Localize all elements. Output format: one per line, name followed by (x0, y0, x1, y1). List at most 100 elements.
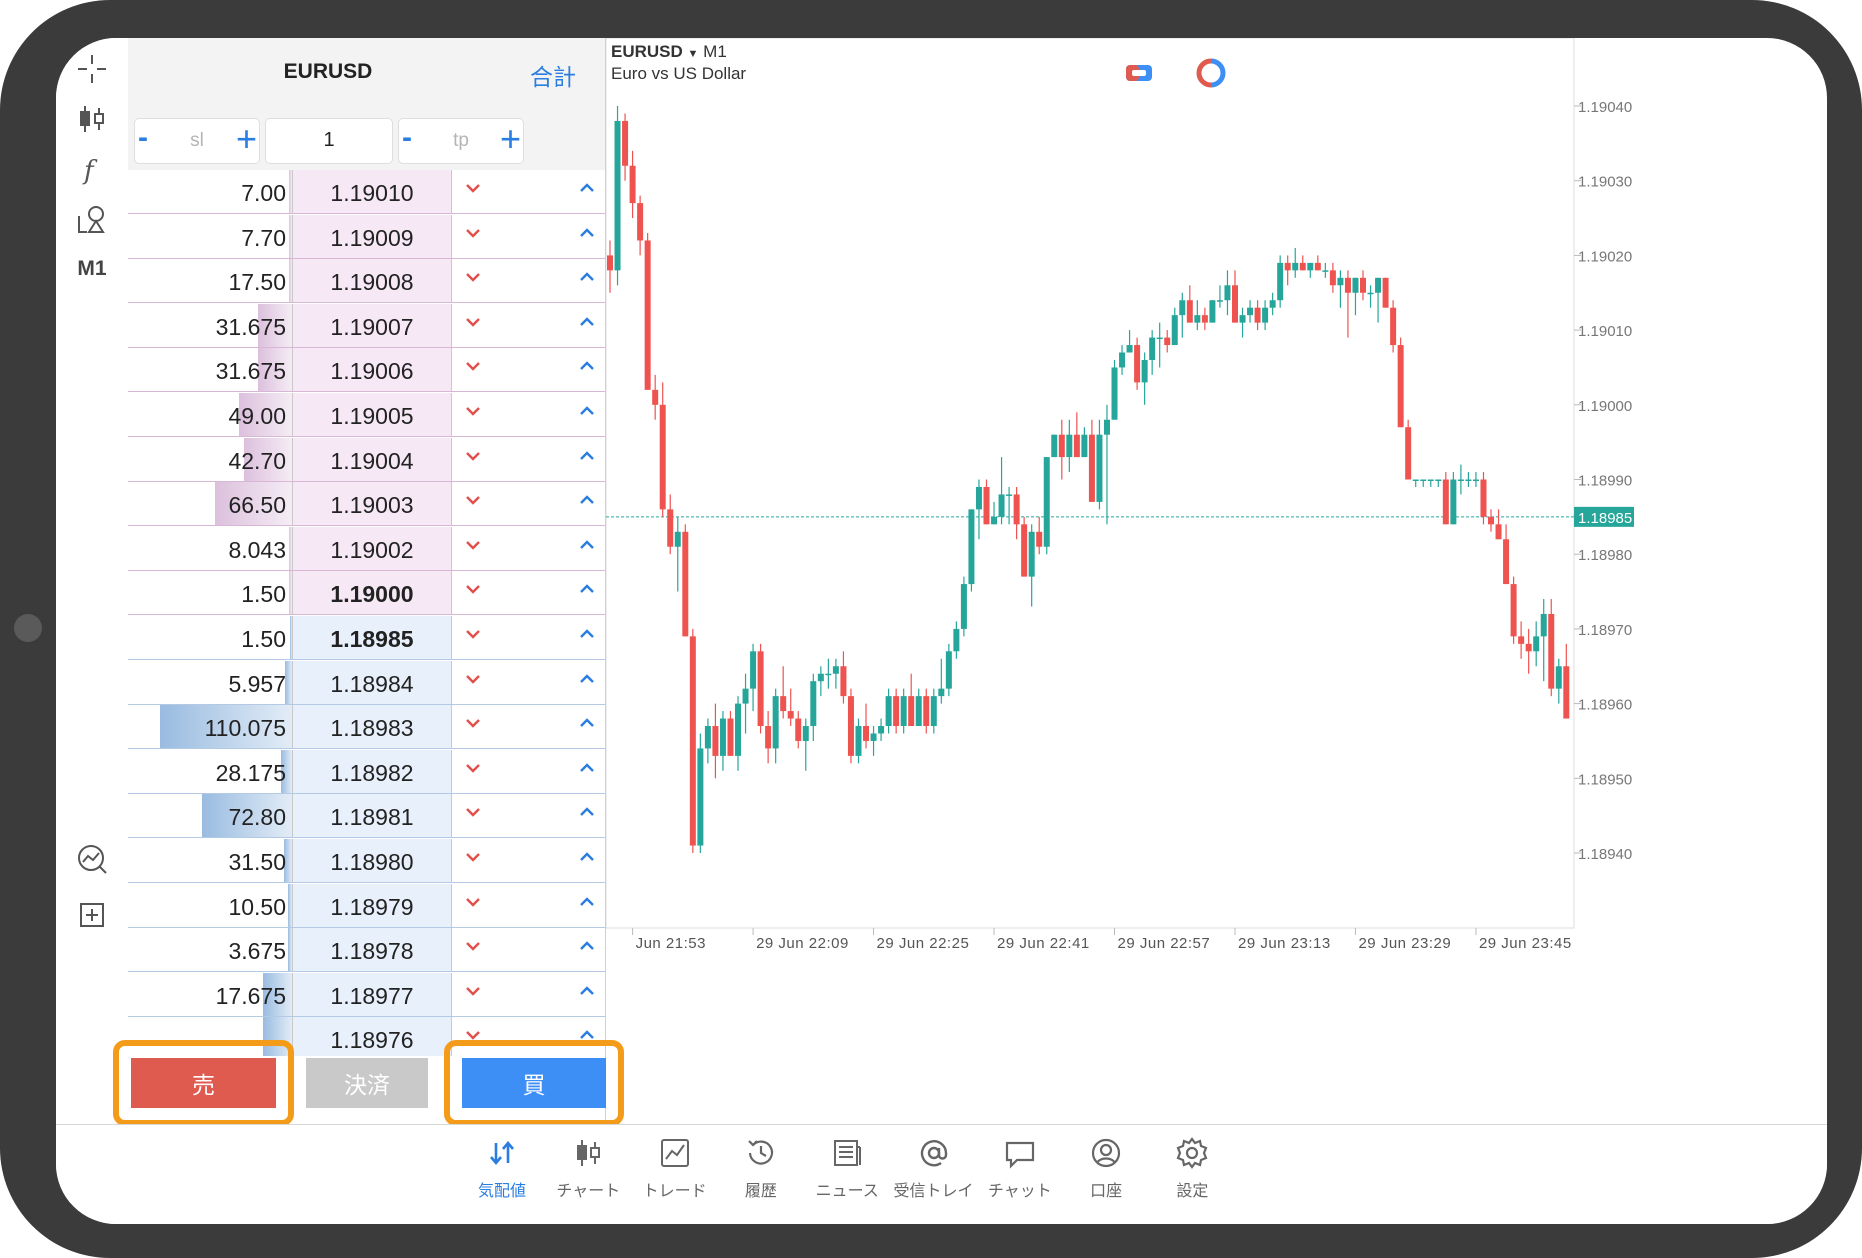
buy-limit-arrow-icon[interactable] (578, 848, 598, 868)
bid-row[interactable]: 5.957 1.18984 (128, 660, 606, 705)
buy-limit-arrow-icon[interactable] (578, 670, 598, 690)
sell-limit-arrow-icon[interactable] (464, 893, 484, 913)
nav-item-quotes[interactable]: 気配値 (452, 1135, 552, 1201)
svg-text:f: f (82, 156, 98, 186)
sell-limit-arrow-icon[interactable] (464, 759, 484, 779)
sell-limit-arrow-icon[interactable] (464, 848, 484, 868)
indicator-icon[interactable]: f (56, 144, 128, 194)
row-price-cell: 1.18981 (292, 794, 452, 838)
buy-limit-arrow-icon[interactable] (578, 625, 598, 645)
sell-limit-arrow-icon[interactable] (464, 536, 484, 556)
volume-value: 1 (323, 129, 335, 151)
bid-row[interactable]: 3.675 1.18978 (128, 928, 606, 973)
buy-limit-arrow-icon[interactable] (578, 536, 598, 556)
ask-row[interactable]: 31.675 1.19007 (128, 303, 606, 348)
buy-limit-arrow-icon[interactable] (578, 179, 598, 199)
buy-limit-arrow-icon[interactable] (578, 491, 598, 511)
nav-item-chart[interactable]: チャート (538, 1135, 638, 1201)
buy-limit-arrow-icon[interactable] (578, 714, 598, 734)
buy-limit-arrow-icon[interactable] (578, 803, 598, 823)
timeframe-button[interactable]: M1 (56, 244, 128, 294)
trade-chart-icon[interactable] (56, 834, 128, 884)
sell-limit-arrow-icon[interactable] (464, 224, 484, 244)
total-toggle[interactable]: 合計 (530, 58, 576, 92)
nav-item-account[interactable]: 口座 (1056, 1135, 1156, 1201)
bid-row[interactable]: 31.50 1.18980 (128, 839, 606, 883)
nav-item-news[interactable]: ニュース (797, 1135, 897, 1201)
ask-row[interactable]: 1.50 1.19000 (128, 571, 606, 616)
sell-limit-arrow-icon[interactable] (464, 357, 484, 377)
ask-row[interactable]: 7.00 1.19010 (128, 170, 606, 214)
bid-row[interactable]: 10.50 1.18979 (128, 883, 606, 928)
buy-limit-arrow-icon[interactable] (578, 447, 598, 467)
sell-limit-arrow-icon[interactable] (464, 580, 484, 600)
row-price: 1.19008 (330, 269, 414, 296)
bid-row[interactable]: 1.50 1.18985 (128, 616, 606, 660)
sell-limit-arrow-icon[interactable] (464, 179, 484, 199)
buy-limit-arrow-icon[interactable] (578, 982, 598, 1002)
one-click-trading-icon[interactable] (1124, 58, 1154, 88)
bid-row[interactable]: 72.80 1.18981 (128, 794, 606, 839)
ask-row[interactable]: 17.50 1.19008 (128, 259, 606, 304)
buy-limit-arrow-icon[interactable] (578, 893, 598, 913)
buy-limit-arrow-icon[interactable] (578, 759, 598, 779)
nav-item-chat[interactable]: チャット (970, 1135, 1070, 1201)
connection-status-icon[interactable] (1196, 58, 1226, 88)
sell-limit-arrow-icon[interactable] (464, 714, 484, 734)
current-price-label: 1.18985 (1578, 510, 1632, 527)
bid-row[interactable]: 17.675 1.18977 (128, 972, 606, 1017)
sell-limit-arrow-icon[interactable] (464, 670, 484, 690)
buy-limit-arrow-icon[interactable] (578, 580, 598, 600)
sl-plus-button[interactable]: + (236, 121, 257, 157)
candle-body (1231, 285, 1238, 323)
nav-item-history[interactable]: 履歴 (711, 1135, 811, 1201)
nav-label: トレード (642, 1183, 707, 1200)
sell-limit-arrow-icon[interactable] (464, 937, 484, 957)
sell-limit-arrow-icon[interactable] (464, 447, 484, 467)
ask-row[interactable]: 66.50 1.19003 (128, 482, 606, 527)
sell-limit-arrow-icon[interactable] (464, 491, 484, 511)
buy-limit-arrow-icon[interactable] (578, 313, 598, 333)
nav-item-settings[interactable]: 設定 (1142, 1135, 1242, 1201)
ask-row[interactable]: 42.70 1.19004 (128, 437, 606, 482)
row-price: 1.18977 (330, 982, 414, 1009)
buy-limit-arrow-icon[interactable] (578, 357, 598, 377)
ask-row[interactable]: 31.675 1.19006 (128, 348, 606, 393)
candle-body (629, 165, 636, 204)
chart-plot[interactable]: 1.19040 1.19030 1.19020 1.19010 1.19000 1.189… (606, 38, 1827, 1124)
tp-field[interactable]: - tp + (398, 118, 524, 164)
sell-limit-arrow-icon[interactable] (464, 313, 484, 333)
nav-item-trade[interactable]: トレード (625, 1135, 725, 1201)
candle-body (1314, 262, 1321, 271)
candle-body (1262, 307, 1269, 323)
ask-row[interactable]: 7.70 1.19009 (128, 214, 606, 259)
nav-item-mailbox[interactable]: 受信トレイ (884, 1135, 984, 1201)
candle-body (1352, 277, 1359, 293)
candle-body (742, 688, 749, 704)
close-position-button[interactable]: 決済 (306, 1058, 428, 1108)
dom-symbol[interactable]: EURUSD (128, 60, 528, 84)
chart-type-icon[interactable] (56, 94, 128, 144)
buy-limit-arrow-icon[interactable] (578, 937, 598, 957)
sl-field[interactable]: - sl + (134, 118, 260, 164)
bid-row[interactable]: 110.075 1.18983 (128, 705, 606, 750)
chart-symbol[interactable]: EURUSD ▼ M1 (611, 42, 727, 62)
tp-plus-button[interactable]: + (500, 121, 521, 157)
sell-limit-arrow-icon[interactable] (464, 803, 484, 823)
bid-row[interactable]: 28.175 1.18982 (128, 749, 606, 794)
sell-limit-arrow-icon[interactable] (464, 402, 484, 422)
ask-row[interactable]: 49.00 1.19005 (128, 393, 606, 437)
buy-limit-arrow-icon[interactable] (578, 402, 598, 422)
add-window-icon[interactable] (56, 890, 128, 940)
sell-limit-arrow-icon[interactable] (464, 268, 484, 288)
sell-limit-arrow-icon[interactable] (464, 982, 484, 1002)
candle-body (712, 726, 719, 756)
objects-icon[interactable] (56, 194, 128, 244)
buy-limit-arrow-icon[interactable] (578, 224, 598, 244)
sell-limit-arrow-icon[interactable] (464, 625, 484, 645)
crosshair-icon[interactable] (56, 44, 128, 94)
volume-field[interactable]: 1 (265, 118, 393, 164)
buy-limit-arrow-icon[interactable] (578, 268, 598, 288)
ask-row[interactable]: 8.043 1.19002 (128, 526, 606, 571)
price-chart[interactable]: 1.19040 1.19030 1.19020 1.19010 1.19000 1.189… (606, 38, 1827, 1124)
